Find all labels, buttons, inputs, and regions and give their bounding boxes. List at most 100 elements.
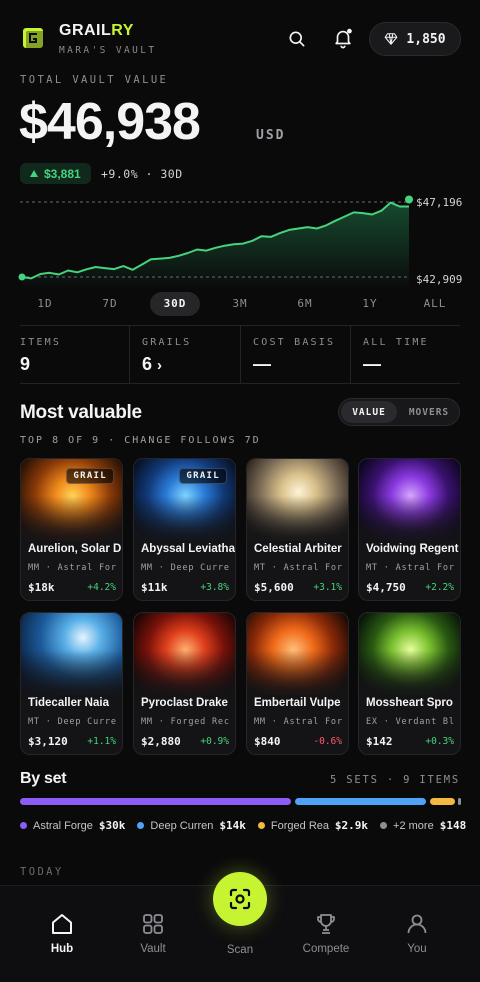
divider	[129, 325, 130, 383]
currency-label: USD	[256, 128, 286, 143]
card-name: Tidecaller Naia	[28, 697, 109, 709]
divider	[350, 325, 351, 383]
item-card[interactable]: Celestial Arbiter MT · Astral For $5,600 +3…	[246, 458, 349, 601]
by-set-summary: 5 SETS · 9 ITEMS	[330, 774, 460, 786]
card-price: $5,600	[254, 581, 294, 594]
card-change: +3.8%	[200, 582, 229, 593]
user-icon	[407, 914, 427, 934]
card-price: $4,750	[366, 581, 406, 594]
range-selector[interactable]: 1D 7D 30D 3M 6M 1Y ALL	[20, 292, 460, 316]
item-card[interactable]: GRAIL Abyssal Leviatha MM · Deep Curre $11k…	[133, 458, 236, 601]
item-card[interactable]: Embertail Vulpe MM · Astral For $840 -0.6%	[246, 612, 349, 755]
card-name: Embertail Vulpe	[254, 697, 341, 709]
card-change: +0.3%	[425, 736, 454, 747]
home-icon	[52, 914, 72, 934]
stat-cost-basis: COST BASIS —	[253, 337, 336, 374]
set-bar-astral-forge[interactable]	[20, 798, 291, 805]
divider	[240, 325, 241, 383]
by-set-title: By set	[20, 770, 67, 787]
card-meta: MT · Deep Curre	[28, 717, 117, 727]
item-card[interactable]: Mossheart Spro EX · Verdant Bl $142 +0.3%	[358, 612, 461, 755]
range-7d[interactable]: 7D	[85, 292, 135, 316]
range-1y[interactable]: 1Y	[345, 292, 395, 316]
set-bar-deep-current[interactable]	[295, 798, 426, 805]
stat-grails[interactable]: GRAILS 6 ›	[142, 325, 252, 383]
set-legend: Astral Forge $30k Deep Curren $14k Forged …	[20, 819, 472, 832]
bell-icon	[335, 28, 352, 49]
search-button[interactable]	[283, 25, 311, 53]
set-bar-forged-realm[interactable]	[430, 798, 455, 805]
card-meta: MM · Forged Rec	[141, 717, 230, 727]
grid-icon	[143, 914, 163, 934]
legend-dot	[20, 822, 27, 829]
toggle-movers[interactable]: MOVERS	[401, 401, 457, 423]
gem-count: 1,850	[406, 31, 446, 47]
most-valuable-title: Most valuable	[20, 402, 142, 423]
item-card[interactable]: GRAIL Aurelion, Solar D MM · Astral For $18…	[20, 458, 123, 601]
card-name: Aurelion, Solar D	[28, 543, 122, 555]
notifications-button[interactable]	[329, 24, 357, 52]
card-name: Pyroclast Drake	[141, 697, 228, 709]
search-icon	[289, 31, 305, 47]
card-meta: EX · Verdant Bl	[366, 717, 455, 727]
grailry-logo	[23, 28, 46, 49]
diamond-icon	[385, 33, 398, 45]
trophy-icon	[317, 914, 335, 934]
nav-you[interactable]: You	[382, 912, 452, 955]
gem-balance-button[interactable]: 1,850	[369, 22, 461, 56]
card-change: +1.1%	[87, 736, 116, 747]
card-price: $11k	[141, 581, 168, 594]
card-name: Abyssal Leviatha	[141, 543, 235, 555]
card-price: $3,120	[28, 735, 68, 748]
toggle-value[interactable]: VALUE	[341, 401, 397, 423]
grail-badge: GRAIL	[66, 468, 114, 484]
brand-name: GRAILRY	[59, 22, 134, 39]
set-bar-more[interactable]	[458, 798, 461, 805]
chart-start-point	[18, 273, 26, 281]
y-min-label: $42,909	[416, 273, 462, 286]
chart-end-point	[405, 195, 413, 204]
stat-all-time: ALL TIME —	[363, 337, 429, 374]
delta-text: +9.0% · 30D	[101, 167, 183, 181]
range-all[interactable]: ALL	[410, 292, 460, 316]
card-change: +3.1%	[313, 582, 342, 593]
card-price: $2,880	[141, 735, 181, 748]
range-1d[interactable]: 1D	[20, 292, 70, 316]
card-change: +2.2%	[425, 582, 454, 593]
nav-vault[interactable]: Vault	[118, 912, 188, 955]
item-card[interactable]: Pyroclast Drake MM · Forged Rec $2,880 +0.9…	[133, 612, 236, 755]
item-card[interactable]: Voidwing Regent MT · Astral For $4,750 +2.2…	[358, 458, 461, 601]
range-30d[interactable]: 30D	[150, 292, 200, 316]
triangle-up-icon	[30, 170, 38, 177]
range-3m[interactable]: 3M	[215, 292, 265, 316]
chart-area	[22, 202, 409, 290]
card-name: Mossheart Spro	[366, 697, 453, 709]
legend-dot	[380, 822, 388, 829]
nav-scan[interactable]: Scan	[205, 944, 275, 956]
scan-button[interactable]	[213, 872, 267, 926]
y-max-label: $47,196	[416, 196, 462, 209]
delta-badge: $3,881	[20, 163, 91, 184]
legend-dot	[137, 822, 145, 829]
card-meta: MM · Deep Curre	[141, 563, 230, 573]
card-change: +0.9%	[200, 736, 229, 747]
total-value: $46,938	[19, 93, 201, 151]
card-meta: MM · Astral For	[28, 563, 117, 573]
card-name: Voidwing Regent	[366, 543, 459, 555]
nav-hub[interactable]: Hub	[27, 912, 97, 955]
total-value-label: TOTAL VAULT VALUE	[20, 74, 169, 86]
value-chart[interactable]: $47,196 $42,909	[0, 190, 480, 290]
divider	[20, 383, 460, 384]
card-price: $18k	[28, 581, 55, 594]
sort-toggle[interactable]: VALUE MOVERS	[338, 398, 460, 426]
today-label: TODAY	[20, 866, 64, 878]
most-valuable-subtitle: TOP 8 OF 9 · CHANGE FOLLOWS 7D	[20, 435, 261, 446]
stat-items: ITEMS 9	[20, 337, 62, 374]
card-meta: MT · Astral For	[254, 563, 343, 573]
vault-name: MARA'S VAULT	[59, 45, 157, 56]
nav-compete[interactable]: Compete	[291, 912, 361, 955]
range-6m[interactable]: 6M	[280, 292, 330, 316]
card-name: Celestial Arbiter	[254, 543, 342, 555]
item-card[interactable]: Tidecaller Naia MT · Deep Curre $3,120 +1.1…	[20, 612, 123, 755]
chevron-right-icon: ›	[157, 357, 163, 374]
